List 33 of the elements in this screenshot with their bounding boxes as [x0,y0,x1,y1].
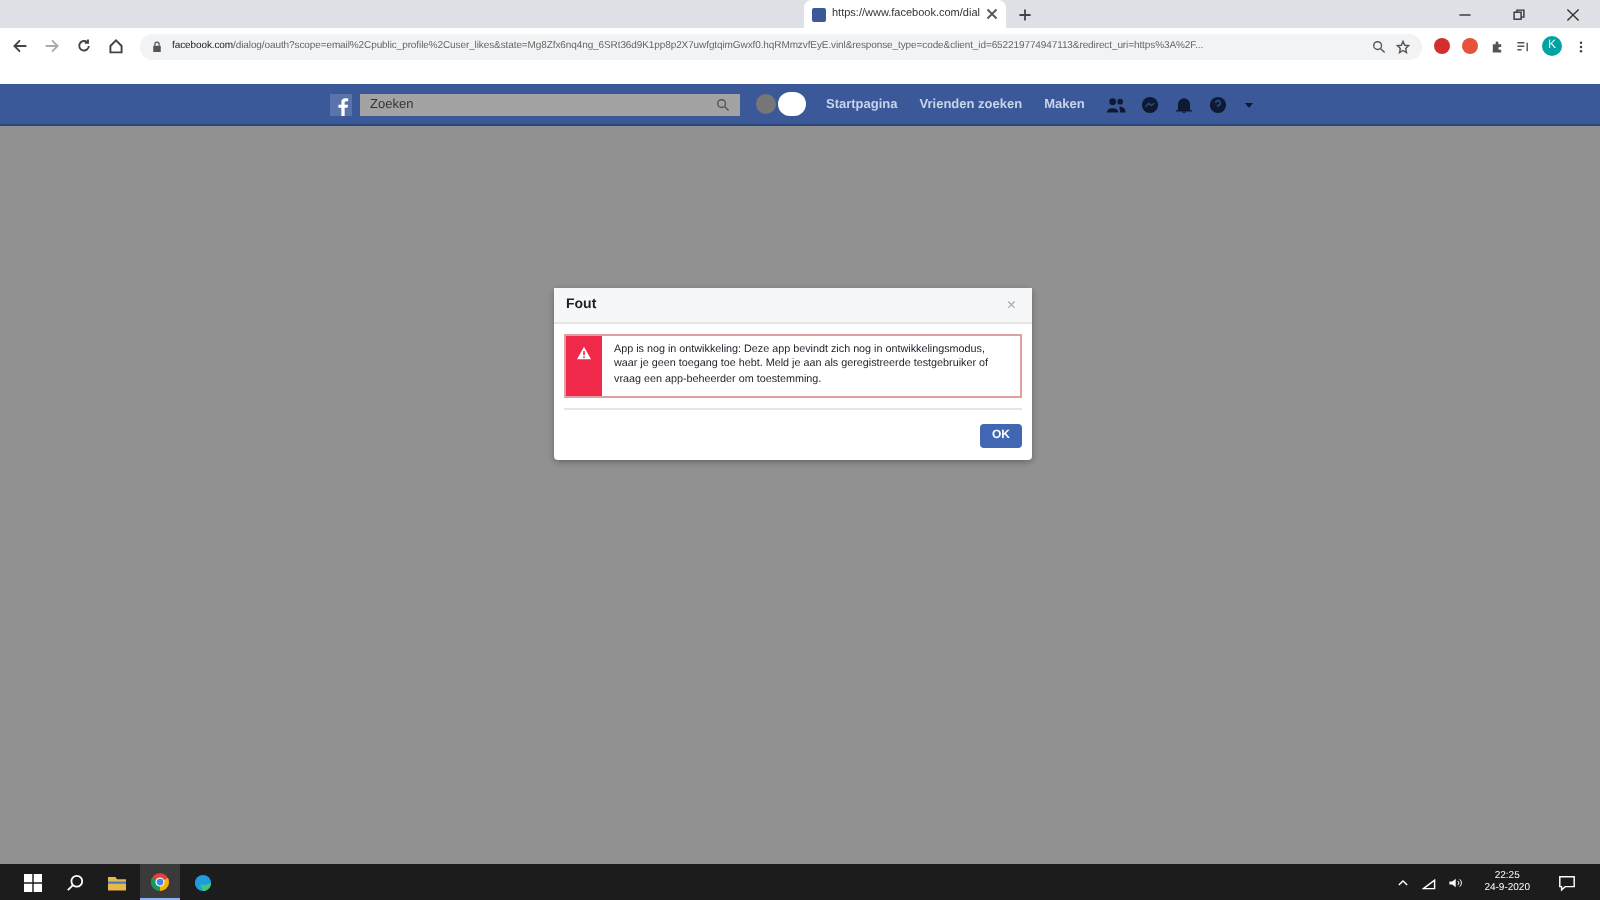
star-icon[interactable] [1396,39,1410,53]
chat-bubble-icon[interactable] [1140,95,1161,113]
people-icon[interactable] [1106,95,1127,113]
minimize-icon[interactable] [1458,8,1472,22]
chevron-up-icon[interactable] [1396,875,1411,889]
search-icon[interactable] [1372,39,1386,53]
folder-icon[interactable] [108,873,126,891]
close-icon[interactable] [985,8,998,20]
restore-icon[interactable] [1512,8,1526,22]
notification-icon[interactable] [1558,873,1576,891]
back-icon[interactable] [12,38,28,54]
new-tab-icon[interactable] [1017,8,1032,22]
network-icon[interactable] [1422,875,1437,889]
chrome-taskbar-button[interactable] [140,864,180,900]
windows-start-icon[interactable] [24,873,42,891]
warning-icon [576,346,592,360]
help-icon[interactable] [1208,95,1229,113]
reload-icon[interactable] [76,38,92,54]
chrome-icon [150,871,170,891]
search-icon[interactable] [66,873,84,891]
close-icon[interactable] [1566,8,1580,22]
puzzle-icon[interactable] [1490,39,1504,53]
lock-icon [152,39,162,53]
home-icon[interactable] [108,38,124,54]
address-bar[interactable] [140,33,1422,59]
facebook-favicon-icon [812,7,826,21]
profile-name-pill[interactable] [778,92,806,116]
more-icon[interactable] [1574,39,1588,53]
facebook-logo-icon[interactable] [330,93,352,115]
bell-icon[interactable] [1174,95,1195,113]
edge-browser-icon[interactable] [194,873,212,891]
playlist-icon[interactable] [1516,39,1530,53]
speaker-icon[interactable] [1448,875,1463,889]
